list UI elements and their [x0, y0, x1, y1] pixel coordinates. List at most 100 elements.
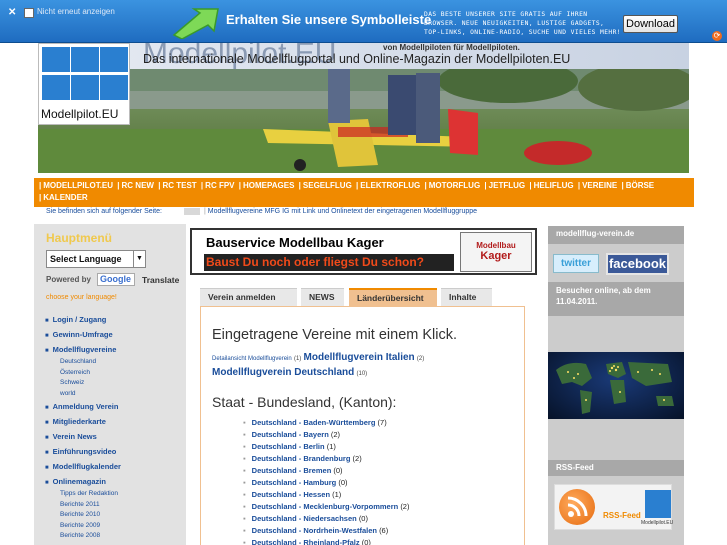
menu-item[interactable]: Modellflugvereine: [45, 342, 185, 357]
italy-count: (2): [416, 356, 425, 362]
region-link[interactable]: Deutschland - Mecklenburg-Vorpommern: [252, 502, 399, 511]
logo-text: Modellpilot.EU: [41, 107, 119, 121]
nav-item[interactable]: RC NEW: [122, 181, 154, 190]
main-menu-heading: Hauptmenü: [46, 231, 112, 245]
submenu-item[interactable]: Deutschland: [45, 357, 185, 368]
nav-item[interactable]: KALENDER: [43, 193, 87, 202]
region-item: Deutschland - Rheinland-Pfalz (0): [243, 537, 409, 545]
google-logo-text: Google: [100, 274, 131, 284]
main-nav: | MODELLPILOT.EU | RC NEW | RC TEST | RC FPV…: [34, 178, 694, 207]
breadcrumb: Sie befinden sich auf folgender Seite: M…: [44, 208, 684, 219]
region-count: (2): [400, 502, 410, 511]
nav-item[interactable]: ELEKTROFLUG: [360, 181, 420, 190]
green-arrow-icon: [172, 8, 219, 39]
right-sidebar: modellflug-verein.de twitter facebook Be…: [548, 226, 684, 545]
region-link[interactable]: Deutschland - Rheinland-Pfalz: [252, 538, 360, 545]
language-select[interactable]: Select Language ▼: [46, 250, 146, 268]
visitors-label: Besucher online, ab dem 11.04.2011.: [548, 282, 684, 316]
site-logo[interactable]: Modellpilot.EU: [38, 43, 130, 125]
region-link[interactable]: Deutschland - Berlin: [252, 442, 325, 451]
nav-item[interactable]: HELIFLUG: [534, 181, 574, 190]
rss-label: RSS-Feed: [603, 511, 641, 520]
region-link[interactable]: Deutschland - Bremen: [252, 466, 332, 475]
staat-heading: Staat - Bundesland, (Kanton):: [212, 394, 397, 410]
submenu-item[interactable]: Berichte 2010: [45, 510, 185, 521]
menu-item[interactable]: Modellflugkalender: [45, 459, 185, 474]
breadcrumb-current[interactable]: Modellflugvereine MFG IG mit Link und On…: [204, 208, 477, 215]
tab-inhalte[interactable]: Inhalte: [441, 288, 492, 306]
region-link[interactable]: Deutschland - Bayern: [252, 430, 329, 439]
submenu-item[interactable]: Berichte 2008: [45, 531, 185, 542]
dont-show-checkbox[interactable]: [24, 8, 34, 18]
submenu-item[interactable]: Österreich: [45, 368, 185, 379]
nav-item[interactable]: SEGELFLUG: [303, 181, 352, 190]
region-link[interactable]: Deutschland - Nordrhein-Westfalen: [252, 526, 377, 535]
rss-icon: [559, 489, 595, 525]
region-count: (1): [326, 442, 336, 451]
region-item: Deutschland - Nordrhein-Westfalen (6): [243, 525, 409, 537]
menu-item[interactable]: Einführungsvideo: [45, 444, 185, 459]
toolbar-banner: ✕ Nicht erneut anzeigen Erhalten Sie uns…: [0, 0, 727, 43]
country-links: Detailansicht Modellflugverein (1) Model…: [212, 351, 522, 381]
twitter-button[interactable]: twitter: [553, 254, 599, 273]
facebook-button[interactable]: facebook: [606, 253, 669, 275]
submenu-item[interactable]: Berichte 2009: [45, 521, 185, 532]
download-button[interactable]: Download: [623, 15, 678, 33]
italy-link[interactable]: Modellflugverein Italien: [304, 352, 415, 363]
region-link[interactable]: Deutschland - Brandenburg: [252, 454, 351, 463]
nav-item[interactable]: RC TEST: [162, 181, 196, 190]
menu-item[interactable]: Verein News: [45, 429, 185, 444]
nav-item[interactable]: RC FPV: [205, 181, 234, 190]
toolbar-description: DAS BESTE UNSERER SITE GRATIS AUF IHREN …: [424, 11, 621, 36]
region-count: (6): [379, 526, 389, 535]
ad-banner[interactable]: Bauservice Modellbau Kager Baust Du noch…: [190, 228, 537, 275]
airfield-image: [38, 69, 689, 173]
powered-by-label: Powered by: [46, 275, 91, 284]
tab-news[interactable]: NEWS: [301, 288, 344, 306]
region-link[interactable]: Deutschland - Niedersachsen: [252, 514, 357, 523]
germany-link[interactable]: Modellflugverein Deutschland: [212, 367, 354, 378]
nav-item[interactable]: MODELLPILOT.EU: [43, 181, 113, 190]
google-logo: Google: [97, 273, 135, 286]
breadcrumb-label: Sie befinden sich auf folgender Seite:: [46, 208, 162, 215]
nav-item[interactable]: BÖRSE: [626, 181, 654, 190]
dont-show-label: Nicht erneut anzeigen: [37, 7, 115, 16]
menu-item[interactable]: Anmeldung Verein: [45, 399, 185, 414]
submenu-item[interactable]: Schweiz: [45, 378, 185, 389]
rss-logo-text: Modellpilot.EU: [641, 520, 674, 526]
ad-logo: Modellbau Kager: [460, 232, 532, 272]
ad-title: Bauservice Modellbau Kager: [206, 235, 384, 250]
menu-item[interactable]: Login / Zugang: [45, 312, 185, 327]
tab-verein-anmelden[interactable]: Verein anmelden: [200, 288, 297, 306]
submenu-item[interactable]: Tipps der Redaktion: [45, 489, 185, 500]
breadcrumb-home-icon[interactable]: [184, 208, 200, 215]
submenu-item[interactable]: Berichte 2011: [45, 500, 185, 511]
close-icon[interactable]: ✕: [8, 8, 18, 18]
tab-laenderuebersicht[interactable]: Länderübersicht: [349, 288, 437, 306]
detail-count: (1): [293, 356, 302, 362]
site-subtitle: Das internationale Modellflugportal und …: [143, 52, 571, 66]
region-count: (7): [377, 418, 387, 427]
submenu-item[interactable]: world: [45, 389, 185, 400]
detail-link[interactable]: Detailansicht Modellflugverein: [212, 356, 292, 362]
region-list: Deutschland - Baden-Württemberg (7)Deuts…: [243, 417, 410, 545]
nav-item[interactable]: JETFLUG: [489, 181, 525, 190]
rss-feed-link[interactable]: RSS-Feed Modellpilot.EU: [554, 484, 674, 530]
region-link[interactable]: Deutschland - Hamburg: [252, 478, 337, 487]
chevron-down-icon: ▼: [133, 251, 145, 267]
helicopter-icon: [100, 47, 128, 72]
translate-link[interactable]: Translate: [142, 275, 179, 285]
menu-item[interactable]: Gewinn-Umfrage: [45, 327, 185, 342]
region-item: Deutschland - Baden-Württemberg (7): [243, 417, 409, 429]
region-link[interactable]: Deutschland - Hessen: [252, 490, 330, 499]
menu-item[interactable]: Mitgliederkarte: [45, 414, 185, 429]
nav-item[interactable]: MOTORFLUG: [429, 181, 480, 190]
nav-item[interactable]: HOMEPAGES: [243, 181, 294, 190]
refresh-icon[interactable]: ⟳: [712, 31, 722, 41]
intro-heading: Eingetragene Vereine mit einem Klick.: [212, 327, 458, 343]
nav-item[interactable]: VEREINE: [582, 181, 617, 190]
region-link[interactable]: Deutschland - Baden-Württemberg: [252, 418, 376, 427]
menu-item[interactable]: Onlinemagazin: [45, 474, 185, 489]
region-item: Deutschland - Bayern (2): [243, 429, 409, 441]
visitor-map: [548, 352, 684, 419]
